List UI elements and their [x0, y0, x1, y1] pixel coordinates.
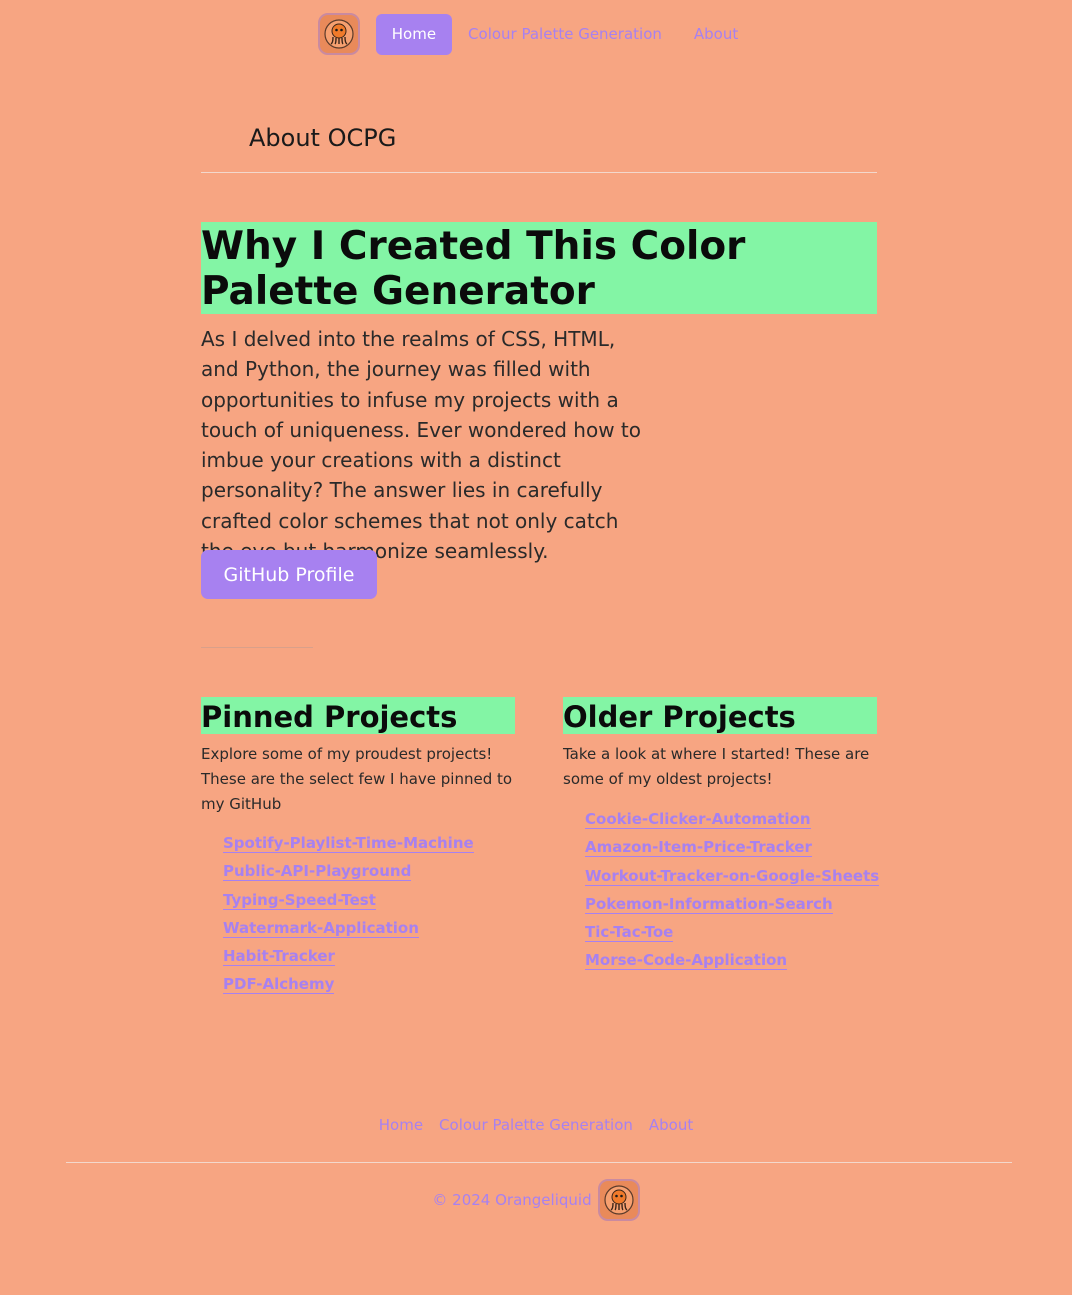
title-divider — [201, 172, 877, 173]
copyright-text: © 2024 Orangeliquid — [432, 1191, 592, 1209]
pinned-projects-description: Explore some of my proudest projects! Th… — [201, 745, 513, 813]
footer-nav-home[interactable]: Home — [379, 1116, 423, 1134]
pinned-projects-list: Spotify-Playlist-Time-Machine Public-API… — [201, 833, 515, 1003]
nav-colour-palette-generation[interactable]: Colour Palette Generation — [452, 14, 678, 55]
project-link[interactable]: Pokemon-Information-Search — [585, 894, 833, 914]
orange-octopus-logo-icon — [603, 1185, 634, 1215]
project-link[interactable]: Habit-Tracker — [223, 947, 335, 967]
pinned-projects-heading: Pinned Projects — [201, 697, 515, 734]
project-link[interactable]: Watermark-Application — [223, 918, 419, 938]
project-link[interactable]: Spotify-Playlist-Time-Machine — [223, 834, 474, 853]
list-item: PDF-Alchemy — [223, 974, 515, 1002]
pinned-projects-section: Pinned Projects Explore some of my proud… — [201, 697, 515, 1003]
project-link[interactable]: Amazon-Item-Price-Tracker — [585, 838, 812, 858]
older-projects-list: Cookie-Clicker-Automation Amazon-Item-Pr… — [563, 809, 880, 979]
older-projects-heading: Older Projects — [563, 697, 877, 734]
list-item: Watermark-Application — [223, 918, 515, 946]
footer-logo[interactable] — [597, 1179, 640, 1221]
footer-divider — [66, 1162, 1012, 1163]
list-item: Pokemon-Information-Search — [585, 894, 877, 922]
nav-about[interactable]: About — [678, 14, 754, 55]
project-link[interactable]: Typing-Speed-Test — [223, 890, 376, 910]
headline: Why I Created This Color Palette Generat… — [201, 222, 877, 314]
github-profile-button[interactable]: GitHub Profile — [201, 550, 377, 599]
project-link[interactable]: Public-API-Playground — [223, 862, 412, 882]
list-item: Tic-Tac-Toe — [585, 922, 877, 950]
top-nav: Home Colour Palette Generation About — [0, 13, 1072, 55]
lead-paragraph: As I delved into the realms of CSS, HTML… — [201, 327, 642, 564]
project-link[interactable]: Cookie-Clicker-Automation — [585, 810, 811, 829]
orange-octopus-logo-icon — [324, 19, 354, 49]
list-item: Typing-Speed-Test — [223, 890, 515, 918]
project-link[interactable]: PDF-Alchemy — [223, 975, 335, 995]
list-item: Workout-Tracker-on-Google-Sheets — [585, 866, 880, 894]
older-projects-section: Older Projects Take a look at where I st… — [563, 697, 880, 979]
project-link[interactable]: Workout-Tracker-on-Google-Sheets — [585, 866, 880, 886]
list-item: Habit-Tracker — [223, 946, 515, 974]
list-item: Cookie-Clicker-Automation — [585, 809, 877, 837]
nav-home[interactable]: Home — [375, 13, 453, 55]
list-item: Amazon-Item-Price-Tracker — [585, 837, 877, 865]
logo[interactable] — [317, 13, 360, 55]
footer-nav-about[interactable]: About — [649, 1116, 693, 1134]
list-item: Public-API-Playground — [223, 861, 515, 889]
page-title: About OCPG — [249, 124, 397, 152]
project-link[interactable]: Morse-Code-Application — [585, 951, 788, 971]
project-link[interactable]: Tic-Tac-Toe — [585, 923, 674, 943]
footer-nav-colour-palette-generation[interactable]: Colour Palette Generation — [439, 1116, 633, 1134]
copyright-row: © 2024 Orangeliquid — [0, 1179, 1072, 1221]
list-item: Morse-Code-Application — [585, 950, 877, 978]
footer-nav: Home Colour Palette Generation About — [0, 1116, 1072, 1134]
section-divider — [201, 647, 313, 648]
older-projects-description: Take a look at where I started! These ar… — [563, 745, 870, 788]
list-item: Spotify-Playlist-Time-Machine — [223, 833, 515, 861]
